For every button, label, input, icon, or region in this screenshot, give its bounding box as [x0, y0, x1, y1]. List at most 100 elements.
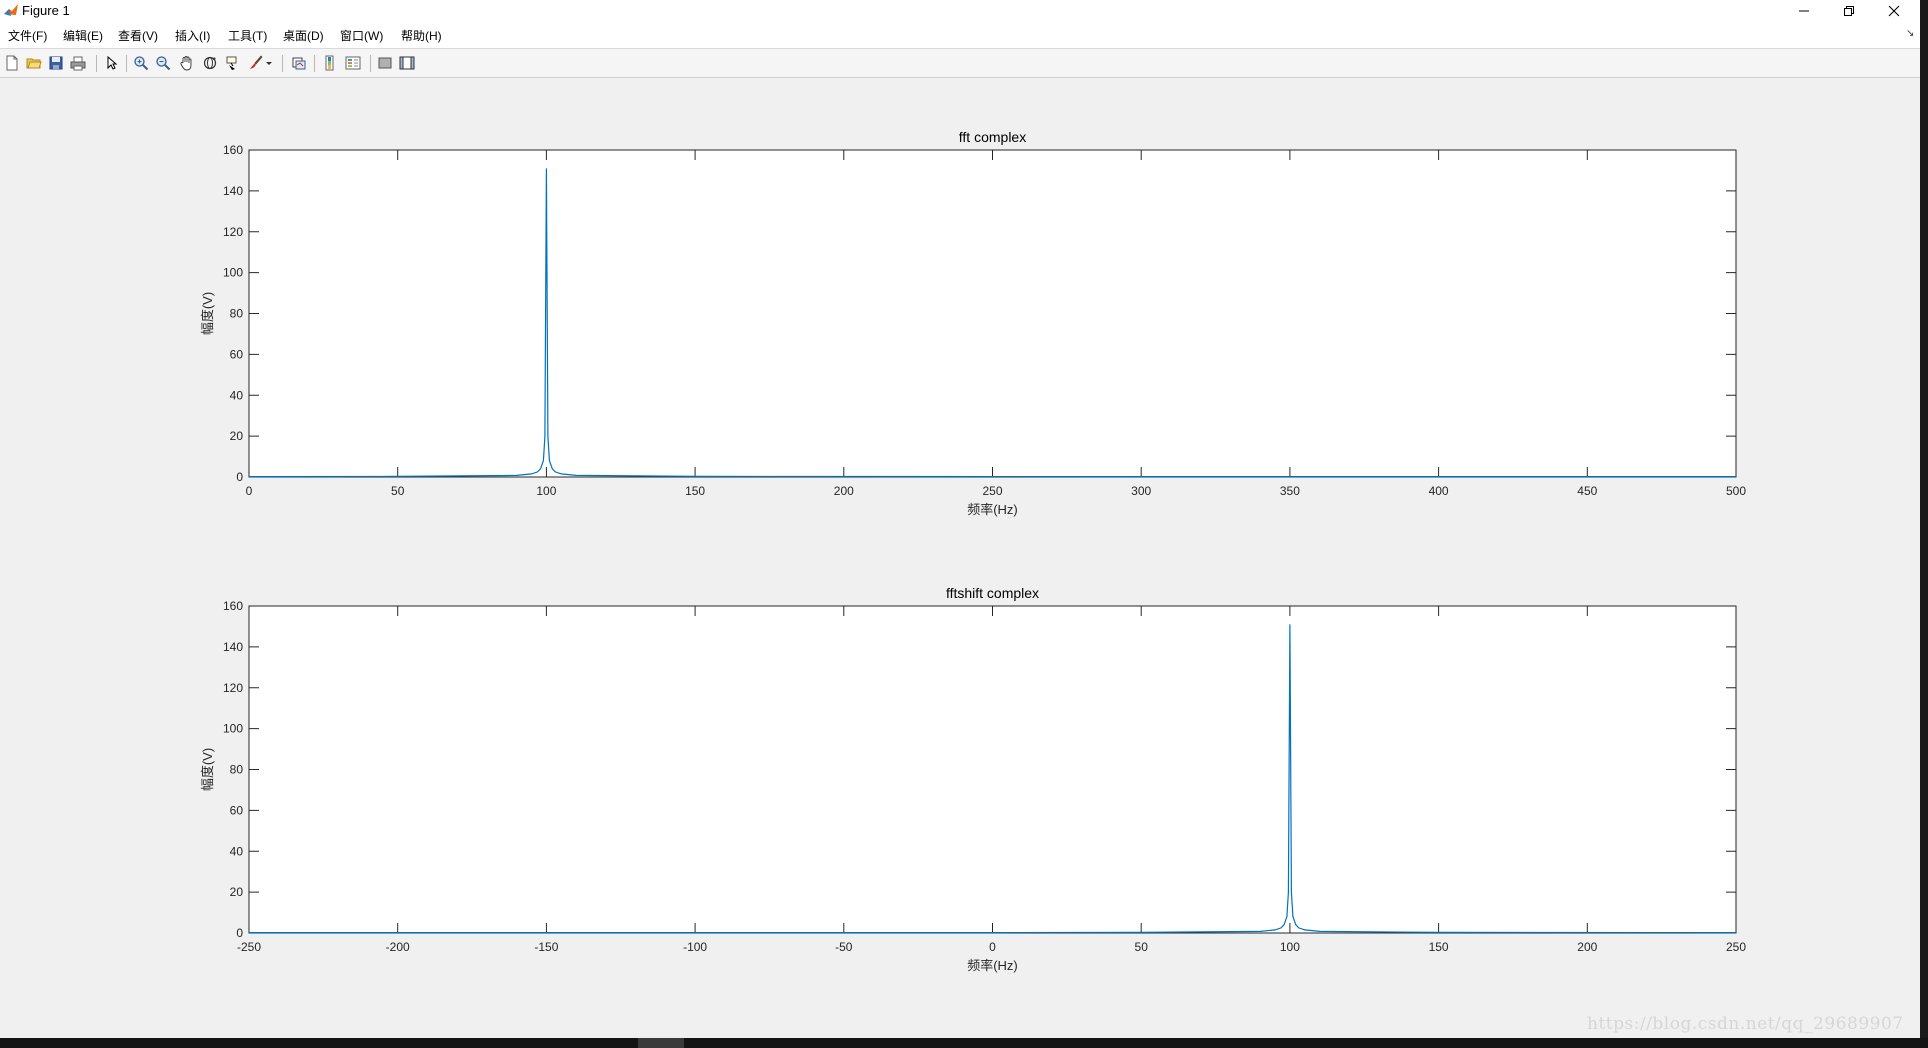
window-edge [1920, 0, 1928, 1048]
x-tick-label: 150 [1429, 940, 1449, 954]
x-tick-label: 0 [246, 484, 253, 498]
insert-legend-button[interactable] [343, 53, 363, 73]
y-tick-label: 0 [236, 470, 243, 484]
toolbar-separator [370, 55, 371, 72]
x-tick-label: -150 [534, 940, 558, 954]
restore-icon [1844, 6, 1854, 16]
minimize-icon [1799, 10, 1809, 12]
x-tick-label: 500 [1726, 484, 1746, 498]
x-tick-label: -250 [237, 940, 261, 954]
insert-colorbar-button[interactable] [321, 53, 341, 73]
toolbar-separator [314, 55, 315, 72]
x-tick-label: 50 [1135, 940, 1149, 954]
menu-insert[interactable]: 插入(I) [175, 27, 210, 44]
hide-plot-tools-icon [378, 57, 392, 69]
open-file-icon [26, 58, 42, 69]
x-tick-label: 100 [1280, 940, 1300, 954]
print-button[interactable] [68, 53, 88, 73]
minimize-button[interactable] [1781, 0, 1827, 22]
x-tick-label: -100 [683, 940, 707, 954]
x-tick-label: 100 [536, 484, 556, 498]
x-tick-label: -200 [386, 940, 410, 954]
y-tick-label: 0 [236, 926, 243, 940]
y-tick-label: 80 [230, 307, 244, 321]
link-plot-icon [292, 57, 306, 70]
menu-file[interactable]: 文件(F) [8, 27, 47, 44]
y-tick-label: 40 [230, 388, 244, 402]
x-tick-label: 250 [1726, 940, 1746, 954]
menu-desktop[interactable]: 桌面(D) [283, 27, 324, 44]
axes-box [248, 605, 1737, 934]
x-tick-label: 200 [1577, 940, 1597, 954]
y-tick-label: 140 [223, 184, 243, 198]
y-tick-label: 140 [223, 640, 243, 654]
dock-arrow-icon[interactable]: ↘ [1906, 28, 1914, 39]
y-tick-label: 120 [223, 225, 243, 239]
figure-canvas: 0 50 100 150 200 250 300 350 400 450 500 0 20 40 60 80 1… [0, 78, 1920, 1038]
x-tick-label: 350 [1280, 484, 1300, 498]
zoom-in-icon [134, 56, 149, 71]
restore-button[interactable] [1826, 0, 1872, 22]
insert-legend-icon [345, 56, 361, 70]
matlab-icon [4, 4, 18, 16]
y-tick-label: 160 [223, 599, 243, 613]
save-icon [49, 56, 63, 70]
brush-dropdown-button[interactable] [264, 53, 274, 73]
x-tick-label: 0 [989, 940, 996, 954]
toolbar-separator [96, 55, 97, 72]
y-tick-label: 20 [230, 885, 244, 899]
y-tick-label: 120 [223, 681, 243, 695]
y-tick-label: 60 [230, 803, 244, 817]
brush-icon [250, 55, 263, 69]
pan-button[interactable] [177, 53, 197, 73]
figure-toolbar [0, 49, 1920, 78]
toolbar-separator [282, 55, 283, 72]
zoom-in-button[interactable] [131, 53, 151, 73]
link-plot-button[interactable] [289, 53, 309, 73]
title-bar: Figure 1 [0, 0, 1920, 22]
data-cursor-button[interactable] [223, 53, 243, 73]
menu-tools[interactable]: 工具(T) [228, 27, 267, 44]
y-axis-label: 幅度(V) [200, 748, 215, 791]
zoom-out-icon [156, 56, 171, 71]
brush-dropdown-icon [266, 62, 272, 65]
select-button[interactable] [101, 53, 121, 73]
chart-title: fft complex [959, 129, 1026, 145]
brush-button[interactable] [246, 53, 266, 73]
data-cursor-icon [226, 56, 237, 70]
menu-window[interactable]: 窗口(W) [340, 27, 383, 44]
rotate-button[interactable] [200, 53, 220, 73]
menu-bar: 文件(F) 编辑(E) 查看(V) 插入(I) 工具(T) 桌面(D) 窗口(W… [0, 22, 1920, 49]
x-tick-label: 450 [1577, 484, 1597, 498]
y-tick-label: 80 [230, 763, 244, 777]
taskbar [0, 1038, 1928, 1048]
x-tick-label: 150 [685, 484, 705, 498]
watermark: https://blog.csdn.net/qq_29689907 [1587, 1014, 1904, 1034]
print-icon [70, 56, 86, 71]
open-file-button[interactable] [24, 53, 44, 73]
menu-edit[interactable]: 编辑(E) [63, 27, 103, 44]
chart-title: fftshift complex [946, 585, 1039, 601]
zoom-out-button[interactable] [153, 53, 173, 73]
menu-help[interactable]: 帮助(H) [401, 27, 442, 44]
close-button[interactable] [1871, 0, 1917, 22]
y-tick-label: 20 [230, 429, 244, 443]
taskbar-active-item[interactable] [638, 1038, 684, 1048]
menu-view[interactable]: 查看(V) [118, 27, 158, 44]
y-tick-label: 100 [223, 722, 243, 736]
rotate-3d-icon [203, 56, 217, 70]
x-axis-label: 频率(Hz) [967, 958, 1018, 973]
show-plot-tools-button[interactable] [397, 53, 417, 73]
hide-plot-tools-button[interactable] [375, 53, 395, 73]
new-figure-icon [6, 55, 18, 71]
x-tick-label: 300 [1131, 484, 1151, 498]
insert-colorbar-icon [325, 55, 334, 71]
show-plot-tools-icon [399, 56, 415, 70]
x-tick-label: -50 [835, 940, 853, 954]
x-tick-label: 250 [982, 484, 1002, 498]
save-button[interactable] [46, 53, 66, 73]
new-figure-button[interactable] [2, 53, 22, 73]
x-tick-label: 200 [834, 484, 854, 498]
close-icon [1888, 5, 1900, 17]
window-title: Figure 1 [22, 3, 70, 18]
